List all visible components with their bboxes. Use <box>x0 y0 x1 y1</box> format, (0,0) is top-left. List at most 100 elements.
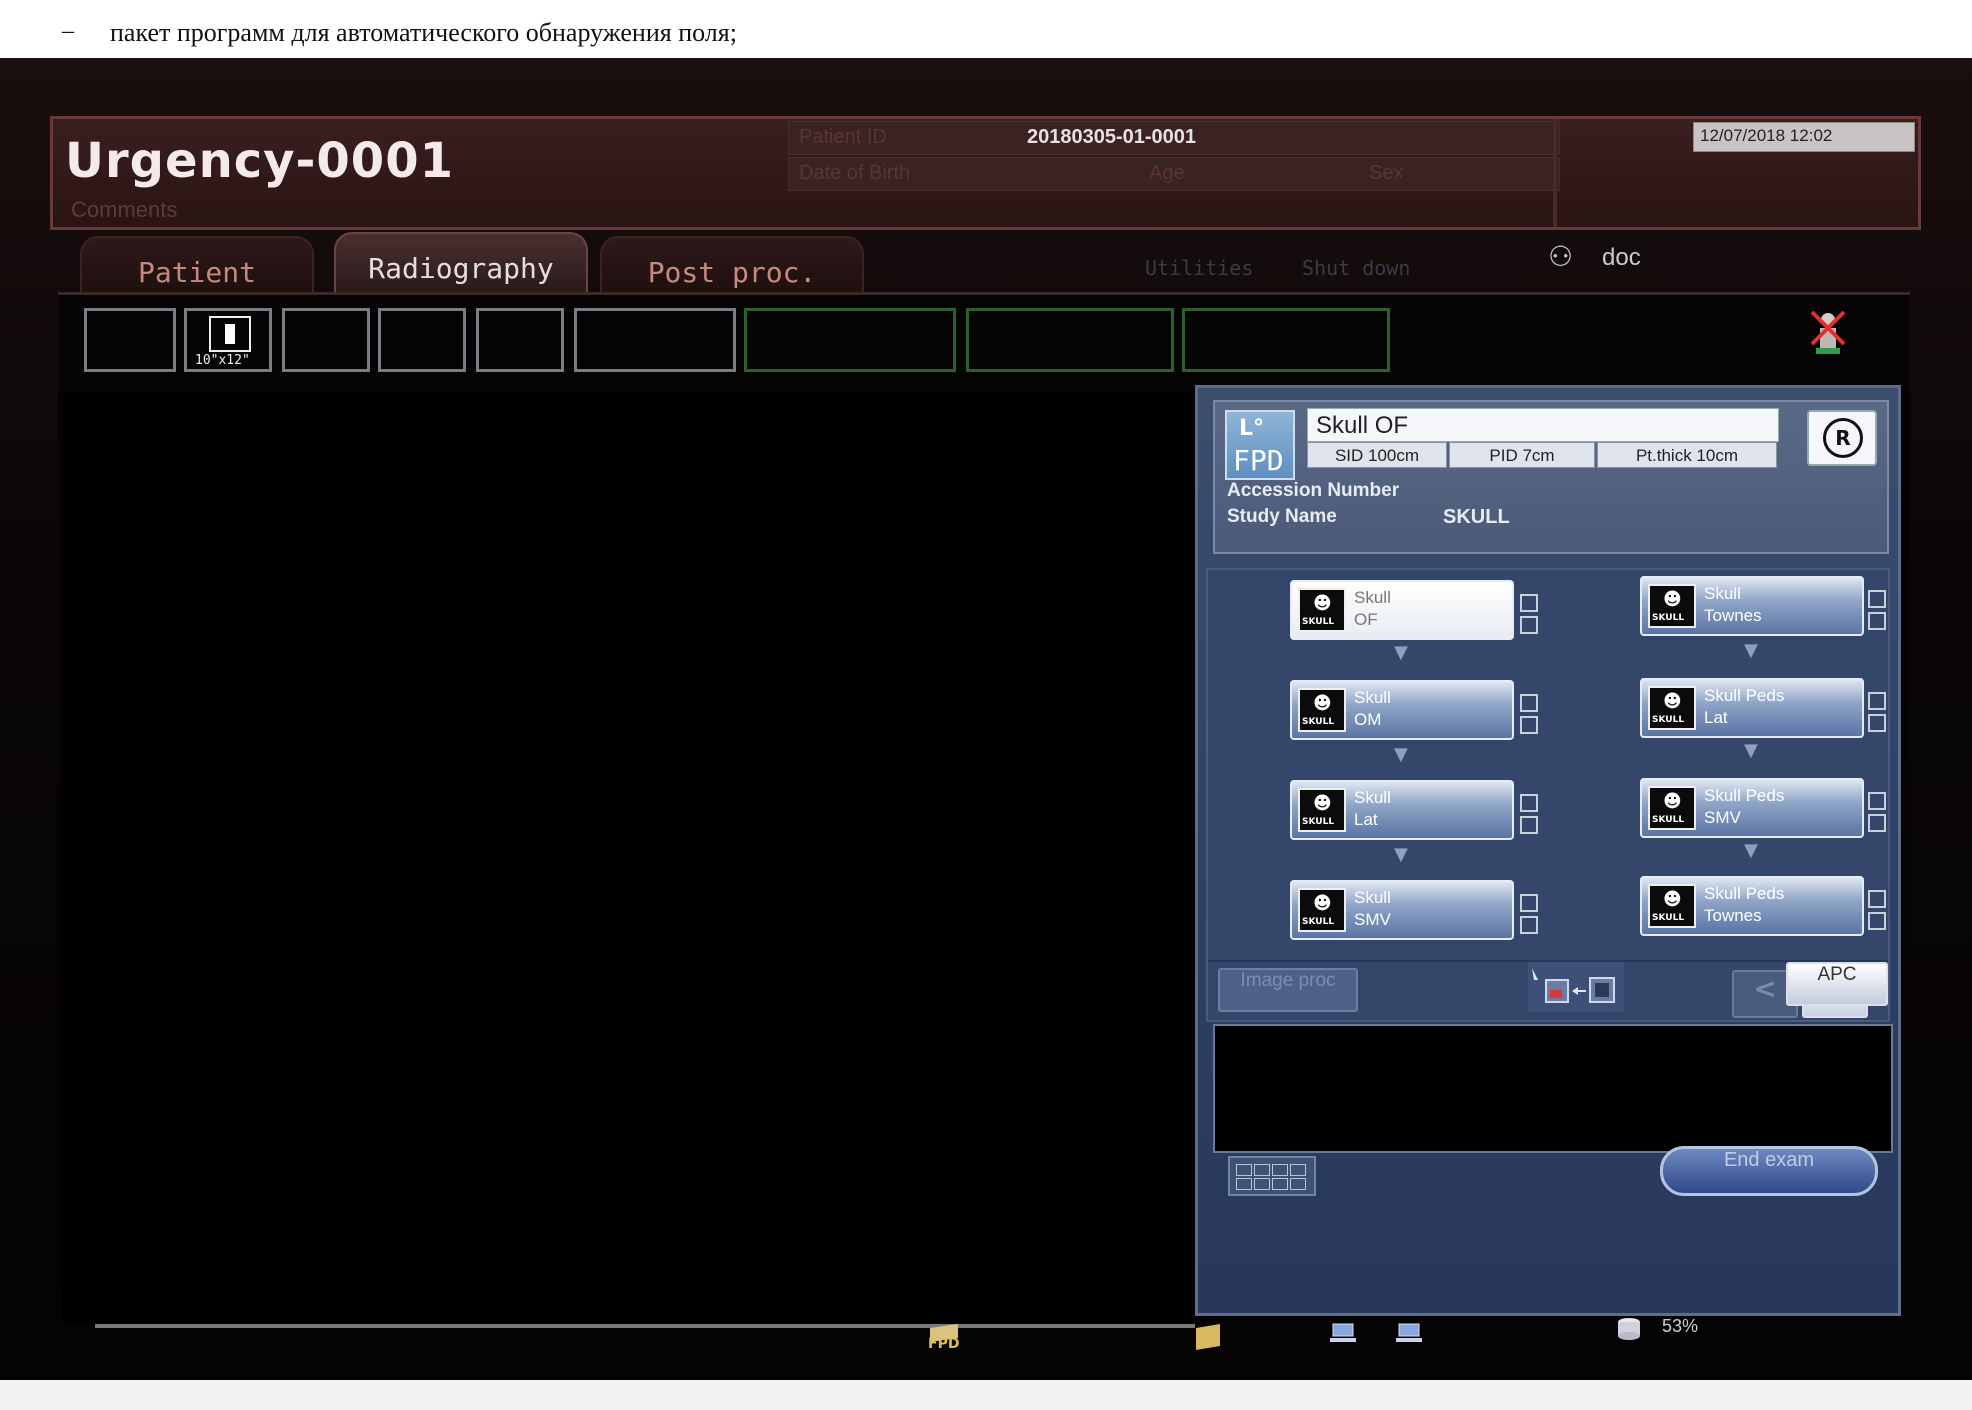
study-value: SKULL <box>1443 506 1510 528</box>
network-device-icon <box>1396 1323 1422 1342</box>
pt-thick-cell: Pt.thick 10cm <box>1597 442 1777 468</box>
orientation-marker-button[interactable]: R <box>1807 410 1877 466</box>
orientation-marker-icon: R <box>1823 418 1863 458</box>
protocol-title: Skull Peds <box>1704 884 1785 903</box>
photo-bottom-edge <box>0 1380 1972 1410</box>
protocol-button[interactable]: ☻ SKULL Skull Peds SMV <box>1640 778 1864 838</box>
tab-post-proc[interactable]: Post proc. <box>600 236 864 296</box>
thumbnail-slot[interactable] <box>476 308 564 372</box>
patient-id-label: Patient ID <box>799 126 887 148</box>
thumbnail-slot[interactable] <box>574 308 736 372</box>
down-arrow-icon: ▼ <box>1744 740 1758 761</box>
document-caption: – пакет программ для автоматического обн… <box>0 0 1972 62</box>
protocol-status-icon <box>1868 890 1886 930</box>
tab-patient[interactable]: Patient <box>80 236 314 296</box>
comments-label: Comments <box>71 197 178 222</box>
thumbnail-slot[interactable] <box>282 308 370 372</box>
skull-icon: ☻ SKULL <box>1298 788 1346 832</box>
protocol-status-icon <box>1868 692 1886 732</box>
protocol-button[interactable]: ☻ SKULL Skull Lat <box>1290 780 1514 840</box>
protocol-title: Skull <box>1354 688 1391 707</box>
protocol-button[interactable]: ☻ SKULL Skull SMV <box>1290 880 1514 940</box>
utilities-button[interactable]: Utilities <box>1145 256 1253 280</box>
exam-info-card: L° FPD Skull OF SID 100cm PID 7cm Pt.thi… <box>1213 400 1889 554</box>
age-label: Age <box>1149 162 1185 184</box>
exam-name-box: Skull OF <box>1307 408 1779 442</box>
caption-dash: – <box>62 18 74 44</box>
patient-header: Urgency-0001 Comments Patient ID 2018030… <box>50 116 1921 230</box>
skull-icon: ☻ SKULL <box>1298 688 1346 732</box>
protocol-status-icon <box>1520 594 1538 634</box>
protocol-title: Skull <box>1354 888 1391 907</box>
protocol-title: Skull Peds <box>1704 786 1785 805</box>
protocol-title: Skull <box>1354 588 1391 607</box>
protocol-view: Lat <box>1354 810 1378 829</box>
thumbnail-slot[interactable] <box>378 308 466 372</box>
protocol-button[interactable]: ☻ SKULL Skull Peds Townes <box>1640 876 1864 936</box>
patient-id-row: Patient ID 20180305-01-0001 <box>788 121 1560 155</box>
header-divider <box>1553 119 1557 227</box>
protocol-title: Skull <box>1354 788 1391 807</box>
patient-id-value: 20180305-01-0001 <box>1027 126 1197 148</box>
protocol-button[interactable]: ☻ SKULL Skull Peds Lat <box>1640 678 1864 738</box>
disk-usage-percent: 53% <box>1662 1316 1699 1336</box>
layout-grid-button[interactable] <box>1228 1156 1316 1196</box>
protocol-status-icon <box>1868 590 1886 630</box>
fpd-status-label: FPD <box>928 1336 960 1352</box>
exam-panel: L° FPD Skull OF SID 100cm PID 7cm Pt.thi… <box>1195 385 1901 1316</box>
detector-badge[interactable]: L° FPD <box>1225 410 1295 480</box>
cassette-status-icon <box>1196 1324 1220 1350</box>
sex-label: Sex <box>1369 162 1404 184</box>
skull-icon: ☻ SKULL <box>1298 588 1346 632</box>
thumbnail-cassette[interactable]: 10"x12" <box>184 308 272 372</box>
skull-icon: ☻ SKULL <box>1648 884 1696 928</box>
transfer-icon[interactable] <box>1528 962 1624 1012</box>
network-device-icon <box>1330 1323 1356 1342</box>
patient-dob-row: Date of Birth Age Sex <box>788 157 1560 191</box>
tab-radiography[interactable]: Radiography <box>334 232 588 292</box>
dob-label: Date of Birth <box>799 162 911 184</box>
thumbnail-slot[interactable] <box>1182 308 1390 372</box>
user-name: doc <box>1602 244 1641 271</box>
skull-icon: ☻ SKULL <box>1648 686 1696 730</box>
image-proc-button[interactable]: Image proc <box>1218 968 1358 1012</box>
protocol-button[interactable]: ☻ SKULL Skull OF <box>1290 580 1514 640</box>
exposure-disabled-icon[interactable] <box>1808 308 1848 360</box>
protocol-view: OM <box>1354 710 1382 729</box>
protocol-view: Townes <box>1704 906 1762 925</box>
exam-title: Urgency-0001 <box>65 133 454 189</box>
protocol-view: SMV <box>1354 910 1391 929</box>
image-viewer[interactable] <box>62 392 1192 1322</box>
caption-text: пакет программ для автоматического обнар… <box>110 18 737 47</box>
down-arrow-icon: ▼ <box>1744 640 1758 661</box>
detector-label: FPD <box>1233 444 1284 477</box>
thumbnail-slot[interactable] <box>744 308 956 372</box>
sid-value: SID 100cm <box>1334 446 1420 465</box>
protocol-view: OF <box>1354 610 1378 629</box>
detector-icon: L° <box>1239 416 1265 441</box>
protocol-list: ☻ SKULL Skull OF ▼ ☻ SKULL Skull OM ▼ ☻ SKU… <box>1206 568 1890 1022</box>
protocol-button[interactable]: ☻ SKULL Skull OM <box>1290 680 1514 740</box>
down-arrow-icon: ▼ <box>1394 642 1408 663</box>
message-area <box>1213 1024 1893 1153</box>
tab-patient-label: Patient <box>137 256 256 289</box>
down-arrow-icon: ▼ <box>1394 744 1408 765</box>
accession-label: Accession Number <box>1227 480 1400 501</box>
cassette-icon <box>209 316 251 352</box>
apc-button[interactable]: APC <box>1786 962 1888 1006</box>
user-icon: ⚇ <box>1548 240 1574 273</box>
thumbnail-slot[interactable] <box>966 308 1174 372</box>
tab-radiography-label: Radiography <box>368 252 554 285</box>
shutdown-button[interactable]: Shut down <box>1302 256 1410 280</box>
pt-thick-value: Pt.thick 10cm <box>1635 446 1739 465</box>
protocol-status-icon <box>1520 894 1538 934</box>
study-label: Study Name <box>1227 506 1337 527</box>
protocol-view: Townes <box>1704 606 1762 625</box>
protocol-view: Lat <box>1704 708 1728 727</box>
protocol-status-icon <box>1868 792 1886 832</box>
end-exam-button[interactable]: End exam <box>1660 1146 1878 1196</box>
protocol-button[interactable]: ☻ SKULL Skull Townes <box>1640 576 1864 636</box>
protocol-status-icon <box>1520 694 1538 734</box>
protocol-title: Skull <box>1704 584 1741 603</box>
thumbnail-slot[interactable] <box>84 308 176 372</box>
